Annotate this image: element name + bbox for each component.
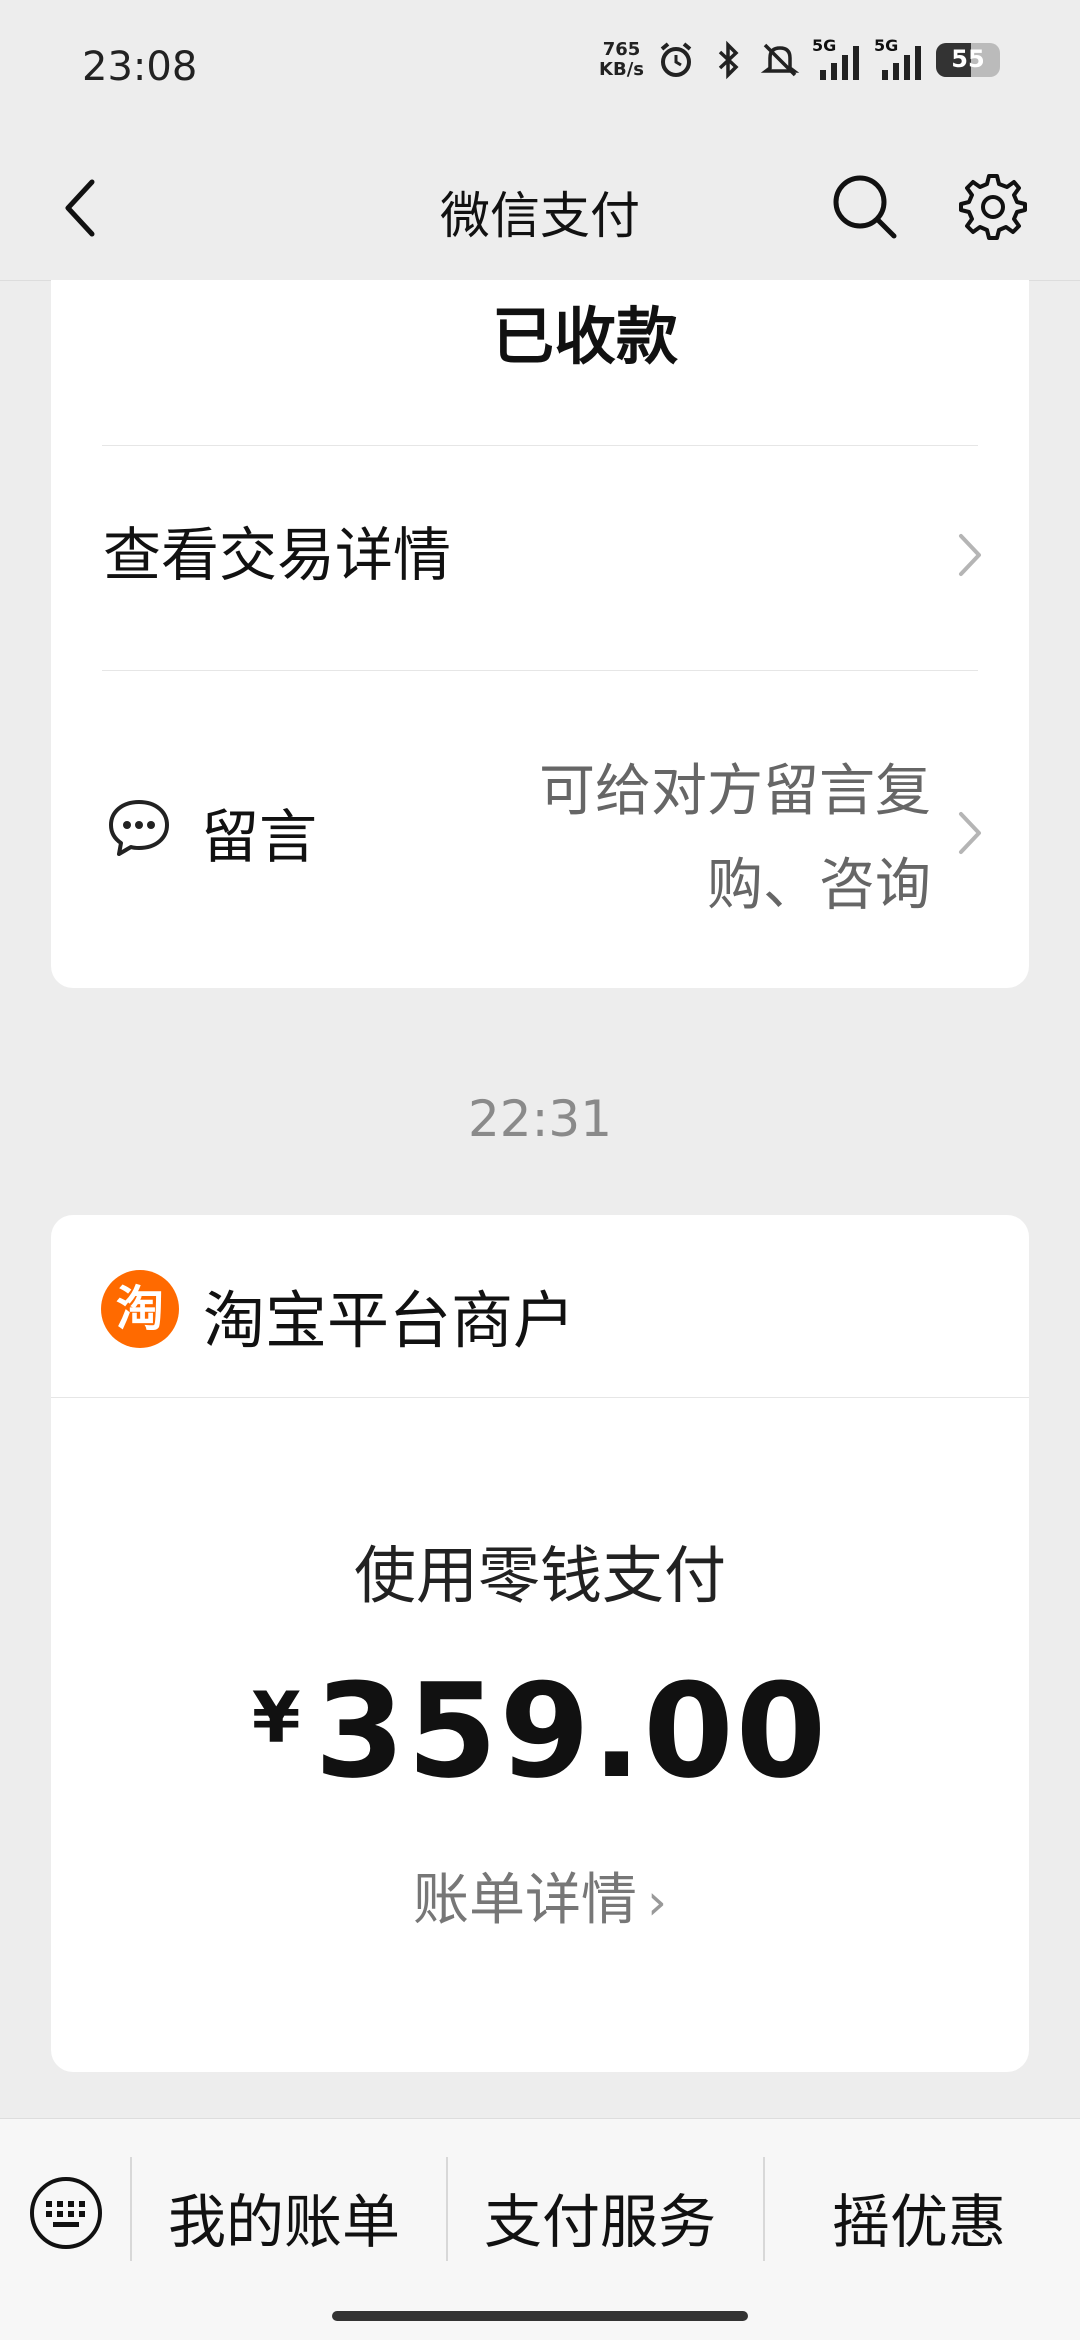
message-hint-line2: 购、咨询 xyxy=(707,853,931,918)
received-status: 已收款 xyxy=(491,300,678,373)
menu-payment-services[interactable]: 支付服务 xyxy=(484,2175,716,2259)
battery-level: 55 xyxy=(951,45,985,73)
menu-divider xyxy=(130,2157,132,2261)
chevron-right-icon xyxy=(959,812,981,854)
menu-my-bills[interactable]: 我的账单 xyxy=(168,2175,400,2259)
bluetooth-icon xyxy=(718,40,739,80)
amount-value: 359.00 xyxy=(314,1655,829,1807)
chat-bubble-icon xyxy=(109,800,169,856)
currency-symbol: ¥ xyxy=(251,1677,301,1759)
merchant-name: 淘宝平台商户 xyxy=(203,1284,576,1357)
payment-card[interactable]: 淘 淘宝平台商户 使用零钱支付 ¥359.00 账单详情 › xyxy=(51,1215,1029,2072)
message-timestamp: 22:31 xyxy=(467,1090,613,1148)
signal-icon: 5G xyxy=(874,36,924,80)
message-hint-line1: 可给对方留言复 xyxy=(539,759,931,824)
view-transaction-detail-row[interactable]: 查看交易详情 xyxy=(51,450,1029,670)
status-time: 23:08 xyxy=(82,44,198,90)
page-title: 微信支付 xyxy=(440,187,640,245)
bill-detail-link[interactable]: 账单详情 › xyxy=(51,1855,1029,1936)
menu-divider xyxy=(446,2157,448,2261)
message-label: 留言 xyxy=(201,803,318,871)
taobao-logo-icon: 淘 xyxy=(101,1270,179,1348)
chevron-right-icon xyxy=(959,534,981,576)
battery-icon: 55 xyxy=(936,43,1000,77)
payment-notice-card: 已收款 查看交易详情 留言 可给对方留言复 购、咨询 xyxy=(51,280,1029,988)
signal-icon: 5G xyxy=(812,36,862,80)
alarm-icon xyxy=(660,42,692,77)
search-icon[interactable] xyxy=(828,170,900,242)
net-speed: 765 KB/s xyxy=(599,40,644,80)
keyboard-icon[interactable] xyxy=(28,2175,104,2251)
chevron-right-icon: › xyxy=(647,1873,667,1931)
net-speed-unit: KB/s xyxy=(599,59,644,80)
payment-amount: ¥359.00 xyxy=(51,1655,1029,1807)
divider xyxy=(51,1397,1029,1398)
menu-shake-offers[interactable]: 摇优惠 xyxy=(832,2175,1006,2259)
mute-icon xyxy=(760,43,800,77)
gear-icon[interactable] xyxy=(955,170,1027,242)
payment-method: 使用零钱支付 xyxy=(353,1539,726,1612)
bill-detail-label: 账单详情 xyxy=(413,1868,637,1933)
divider xyxy=(102,445,978,446)
home-indicator[interactable] xyxy=(332,2311,748,2321)
header: 微信支付 xyxy=(0,140,1080,281)
net-speed-value: 765 xyxy=(602,39,641,60)
message-hint: 可给对方留言复 购、咨询 xyxy=(451,745,931,933)
divider xyxy=(102,670,978,671)
view-transaction-detail-label: 查看交易详情 xyxy=(103,521,452,589)
status-bar: 23:08 765 KB/s 5G 5G 55 xyxy=(0,0,1080,140)
menu-divider xyxy=(763,2157,765,2261)
status-icons: 765 KB/s 5G 5G 55 xyxy=(599,36,1000,80)
bottom-menu-bar: 我的账单 支付服务 摇优惠 xyxy=(0,2118,1080,2340)
